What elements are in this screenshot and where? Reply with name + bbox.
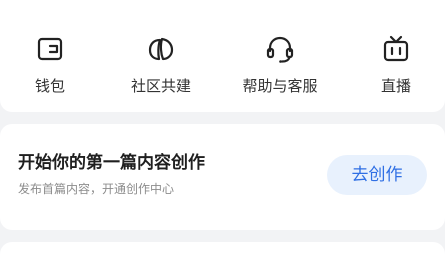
previous-row-clipped [0,0,445,6]
grid-item-live[interactable]: 直播 [348,26,444,106]
grid-item-community[interactable]: 社区共建 [113,26,209,106]
grid-item-help[interactable]: 帮助与客服 [232,26,328,106]
grid-item-wallet[interactable]: 钱包 [2,26,98,106]
grid-item-label: 社区共建 [130,77,191,95]
headset-icon [263,32,297,66]
grid-item-label: 帮助与客服 [242,77,318,95]
creator-title: 开始你的第一篇内容创作 [18,153,205,173]
creator-card: 开始你的第一篇内容创作 发布首篇内容，开通创作中心 去创作 [0,124,445,230]
grid-item-label: 钱包 [34,77,65,95]
tv-icon [379,32,413,66]
wallet-icon [33,32,67,66]
next-card-edge [0,242,445,262]
community-icon [144,32,178,66]
start-creating-button[interactable]: 去创作 [327,155,427,195]
services-card: 钱包 社区共建 帮助与客服 直播 [0,0,445,112]
grid-item-label: 直播 [380,77,411,95]
creator-subtitle: 发布首篇内容，开通创作中心 [18,182,175,196]
